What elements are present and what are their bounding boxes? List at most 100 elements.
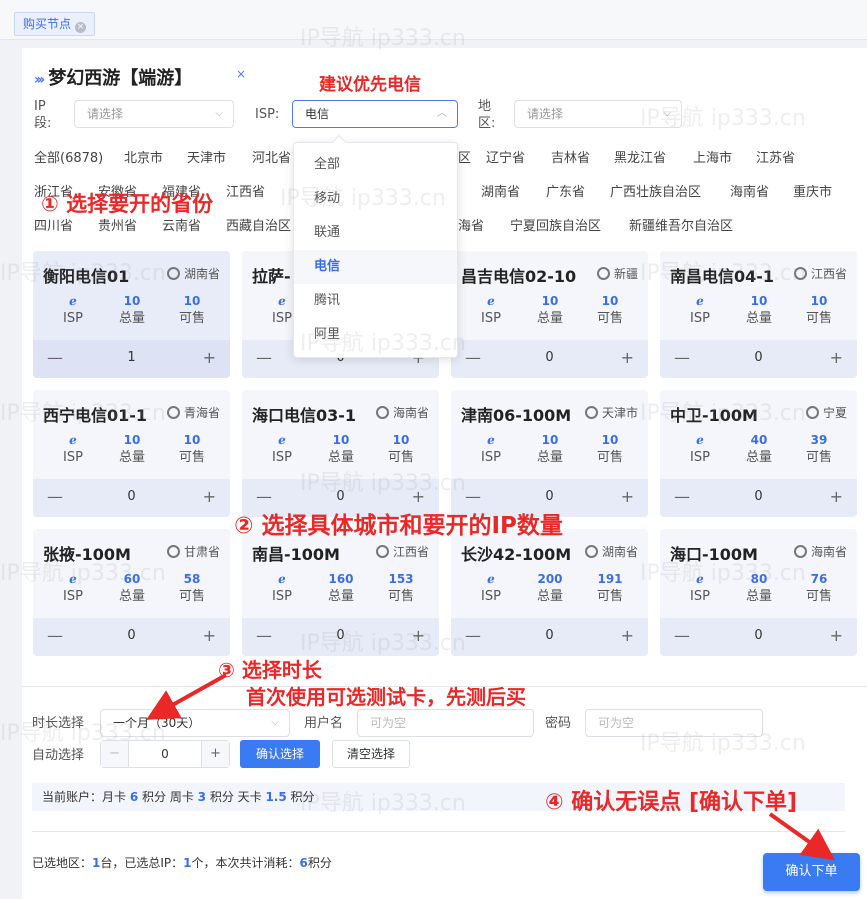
province-item[interactable]: 天津市 — [187, 147, 226, 166]
quantity-value[interactable]: 0 — [451, 489, 648, 504]
stat-value: 10 — [332, 433, 350, 447]
province-item[interactable]: 辽宁省 — [486, 147, 525, 166]
stat-label: 可售 — [805, 311, 832, 326]
tab-buy-node[interactable]: 购买节点 × — [14, 12, 96, 36]
place-order-button[interactable]: 确认下单 — [763, 853, 860, 891]
node-stats: ℯ ISP 10 总量 10 可售 — [451, 431, 648, 476]
quantity-value[interactable]: 1 — [33, 350, 230, 365]
isp-option-telecom[interactable]: 电信 — [294, 250, 457, 284]
stat-isp: ℯ ISP — [252, 570, 312, 606]
province-item[interactable]: 海省 — [458, 215, 484, 234]
location-pin-icon — [166, 406, 180, 419]
quantity-value[interactable]: 0 — [33, 489, 230, 504]
stat-sale: 10 可售 — [371, 431, 431, 467]
step4-annotation: ④ 确认无误点 [确认下单] — [545, 790, 798, 815]
node-card[interactable]: 长沙42-100M 湖南省 ℯ ISP 200 总量 191 可售 —0 + — [451, 529, 648, 656]
plus-icon[interactable]: + — [203, 348, 216, 367]
isp-option-unicom[interactable]: 联通 — [294, 216, 457, 250]
node-location: 新疆 — [596, 265, 638, 282]
province-item[interactable]: 黑龙江省 — [614, 147, 666, 166]
plus-icon[interactable]: + — [412, 626, 425, 645]
confirm-selection-button[interactable]: 确认选择 — [240, 740, 320, 768]
quantity-value[interactable]: 0 — [660, 628, 857, 643]
node-card[interactable]: 张掖-100M 甘肃省 ℯ ISP 60 总量 58 可售 —0 + — [33, 529, 230, 656]
telecom-logo-icon: ℯ — [278, 433, 286, 447]
quantity-value[interactable]: 0 — [660, 489, 857, 504]
isp-select[interactable]: 电信 ︿ — [292, 100, 458, 128]
province-item[interactable]: 湖南省 — [481, 181, 520, 200]
clear-selection-button[interactable]: 清空选择 — [332, 740, 410, 768]
province-item[interactable]: 江西省 — [226, 181, 265, 200]
plus-icon[interactable]: + — [830, 626, 843, 645]
node-card[interactable]: 西宁电信01-1 青海省 ℯ ISP 10 总量 10 可售 —0 + — [33, 390, 230, 517]
province-item[interactable]: 广西壮族自治区 — [610, 181, 701, 200]
province-item[interactable]: 广东省 — [546, 181, 585, 200]
username-input[interactable]: 可为空 — [357, 709, 534, 737]
province-item[interactable]: 重庆市 — [793, 181, 832, 200]
stat-value: 191 — [597, 572, 623, 586]
node-location: 青海省 — [166, 404, 220, 421]
province-item[interactable]: 新疆维吾尔自治区 — [629, 215, 733, 234]
quantity-value[interactable]: 0 — [451, 350, 648, 365]
province-item[interactable]: 海南省 — [730, 181, 769, 200]
node-name: 海口电信03-1 — [252, 406, 357, 425]
quantity-value[interactable]: 0 — [242, 489, 439, 504]
plus-icon[interactable]: + — [830, 487, 843, 506]
plus-icon[interactable]: + — [621, 626, 634, 645]
node-card[interactable]: 中卫-100M 宁夏 ℯ ISP 40 总量 39 可售 —0 + — [660, 390, 857, 517]
province-item[interactable]: 宁夏回族自治区 — [510, 215, 601, 234]
stat-label: ISP — [690, 311, 710, 326]
location-pin-icon — [375, 545, 389, 558]
province-item[interactable]: 区 — [458, 147, 471, 166]
node-card[interactable]: 南昌电信04-1 江西省 ℯ ISP 10 总量 10 可售 —0 + — [660, 251, 857, 378]
stat-label: ISP — [63, 589, 83, 604]
plus-icon[interactable]: + — [621, 348, 634, 367]
stat-label: 可售 — [387, 450, 414, 465]
isp-option-mobile[interactable]: 移动 — [294, 182, 457, 216]
node-card[interactable]: 津南06-100M 天津市 ℯ ISP 10 总量 10 可售 —0 + — [451, 390, 648, 517]
isp-option-all[interactable]: 全部 — [294, 148, 457, 182]
province-item[interactable]: 河北省 — [252, 147, 291, 166]
location-pin-icon — [584, 545, 598, 558]
close-icon[interactable]: × — [236, 67, 246, 81]
duration-select[interactable]: 一个月（30天） ⌵ — [100, 709, 290, 737]
plus-icon[interactable]: + — [830, 348, 843, 367]
plus-icon[interactable]: + — [203, 487, 216, 506]
province-item[interactable]: 西藏自治区 — [226, 215, 291, 234]
node-card[interactable]: 南昌-100M 江西省 ℯ ISP 160 总量 153 可售 —0 + — [242, 529, 439, 656]
plus-icon[interactable]: + — [201, 741, 229, 767]
isp-option-tencent[interactable]: 腾讯 — [294, 284, 457, 318]
quantity-value[interactable]: 0 — [660, 350, 857, 365]
quantity-value[interactable]: 0 — [451, 628, 648, 643]
quantity-value[interactable]: 0 — [242, 628, 439, 643]
auto-select-value[interactable]: 0 — [129, 741, 201, 767]
node-location-text: 新疆 — [613, 267, 638, 281]
tab-bar: 购买节点 × — [0, 0, 867, 40]
province-item[interactable]: 江苏省 — [756, 147, 795, 166]
province-item[interactable]: 北京市 — [124, 147, 163, 166]
stat-value: 10 — [601, 433, 619, 447]
plus-icon[interactable]: + — [621, 487, 634, 506]
node-card[interactable]: 海口电信03-1 海南省 ℯ ISP 10 总量 10 可售 —0 + — [242, 390, 439, 517]
node-card[interactable]: 昌吉电信02-10 新疆 ℯ ISP 10 总量 10 可售 —0 + — [451, 251, 648, 378]
stat-label: 总量 — [536, 450, 563, 465]
node-card[interactable]: 海口-100M 海南省 ℯ ISP 80 总量 76 可售 —0 + — [660, 529, 857, 656]
region-select[interactable]: 请选择 ⌵ — [514, 100, 682, 128]
plus-icon[interactable]: + — [412, 487, 425, 506]
node-card[interactable]: 衡阳电信01 湖南省 ℯ ISP 10 总量 10 可售 —1 + — [33, 251, 230, 378]
plus-icon[interactable]: + — [203, 626, 216, 645]
minus-icon[interactable]: − — [101, 741, 129, 767]
province-item[interactable]: 全部(6878) — [34, 147, 103, 166]
stat-total: 60 总量 — [102, 570, 162, 606]
password-input[interactable]: 可为空 — [585, 709, 763, 737]
close-icon[interactable]: × — [75, 22, 87, 33]
node-stats: ℯ ISP 10 总量 10 可售 — [660, 292, 857, 337]
isp-option-ali[interactable]: 阿里 — [294, 318, 457, 352]
province-item[interactable]: 上海市 — [693, 147, 732, 166]
stat-total: 10 总量 — [102, 431, 162, 467]
province-item[interactable]: 吉林省 — [551, 147, 590, 166]
stat-value: 58 — [183, 572, 201, 586]
quantity-value[interactable]: 0 — [33, 628, 230, 643]
ip-range-select[interactable]: 请选择 ⌵ — [74, 100, 234, 128]
node-location-text: 海南省 — [392, 406, 429, 420]
